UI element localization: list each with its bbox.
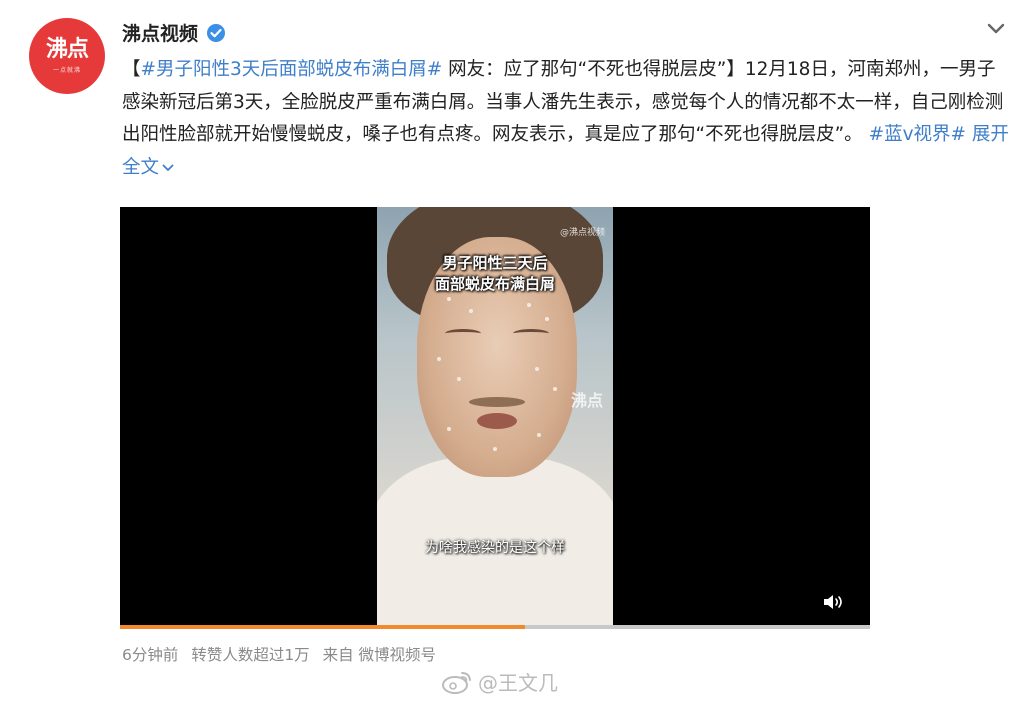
verified-badge-icon (207, 23, 226, 42)
video-progress-bar[interactable] (120, 625, 870, 629)
post-meta: 6分钟前 转赞人数超过1万 来自 微博视频号 (122, 643, 436, 665)
video-person-mustache (469, 397, 525, 407)
skin-flake (447, 427, 451, 431)
video-person-eye-right (513, 329, 549, 338)
skin-flake (535, 367, 539, 371)
avatar[interactable]: 沸点 一点就沸 (29, 18, 105, 94)
skin-flake (545, 317, 549, 321)
skin-flake (527, 303, 531, 307)
skin-flake (447, 297, 451, 301)
video-overlay-caption: 为啥我感染的是这个样 (425, 540, 565, 556)
video-overlay-title-line1: 男子阳性三天后 (442, 254, 548, 272)
skin-flake (437, 357, 441, 361)
post-time[interactable]: 6分钟前 (122, 646, 178, 664)
chevron-down-icon (162, 164, 174, 171)
hashtag-topic[interactable]: #蓝v视界# (869, 124, 966, 145)
avatar-logo-text: 沸点 (45, 36, 89, 62)
video-player[interactable]: @沸点视频 沸点 男子阳性三天后 面部蜕皮布满白屑 为啥我感染的是这个样 (120, 207, 870, 625)
video-person-mouth (477, 413, 517, 429)
skin-flake (553, 387, 557, 391)
volume-icon[interactable] (822, 592, 846, 612)
skin-flake (469, 309, 473, 313)
post-source[interactable]: 来自 微博视频号 (323, 646, 436, 664)
headline-open-bracket: 【 (122, 59, 141, 80)
hashtag-main[interactable]: #男子阳性3天后面部蜕皮布满白屑# (141, 59, 443, 80)
skin-flake (493, 447, 497, 451)
watermark-text: @王文几 (478, 671, 558, 695)
video-frame: @沸点视频 沸点 男子阳性三天后 面部蜕皮布满白屑 为啥我感染的是这个样 (377, 207, 613, 625)
author-header: 沸点视频 (122, 19, 226, 46)
weibo-post-card: 沸点 一点就沸 沸点视频 【#男子阳性3天后面部蜕皮布满白屑# 网友：应了那句“… (0, 0, 1024, 705)
post-text: 【#男子阳性3天后面部蜕皮布满白屑# 网友：应了那句“不死也得脱层皮”】12月1… (122, 54, 1012, 184)
video-overlay-title: 男子阳性三天后 面部蜕皮布满白屑 (377, 253, 613, 295)
weibo-logo-icon (442, 671, 471, 694)
video-overlay-title-line2: 面部蜕皮布满白屑 (434, 275, 555, 293)
weibo-watermark: @王文几 (440, 667, 558, 696)
video-progress-fill (120, 625, 525, 629)
avatar-logo-subtext: 一点就沸 (52, 66, 81, 74)
skin-flake (537, 433, 541, 437)
skin-flake (457, 377, 461, 381)
video-person-eye-left (445, 329, 481, 338)
repost-count: 转赞人数超过1万 (191, 646, 310, 664)
chevron-down-icon[interactable] (986, 22, 1006, 36)
video-watermark-top: @沸点视频 (559, 228, 605, 238)
author-name[interactable]: 沸点视频 (122, 19, 198, 46)
headline-tail: 网友：应了那句“不死也得脱层皮”】 (442, 59, 745, 80)
video-watermark-side: 沸点 (570, 391, 603, 410)
